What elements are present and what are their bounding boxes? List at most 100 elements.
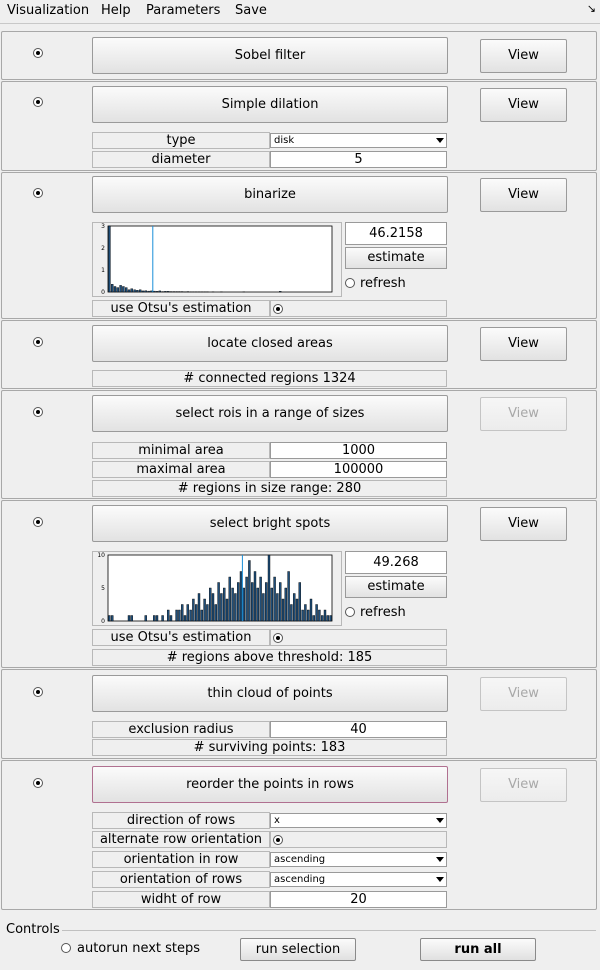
type-label: type xyxy=(92,132,270,149)
alternate-row-radio[interactable] xyxy=(273,835,283,845)
step-select-radio[interactable] xyxy=(33,407,43,417)
histogram-bar xyxy=(323,609,327,622)
estimate-button[interactable]: estimate xyxy=(345,247,447,269)
orientation-of-rows-select[interactable]: ascending xyxy=(270,872,447,887)
minimal-area-label: minimal area xyxy=(92,442,270,459)
histogram-bar xyxy=(225,598,229,622)
run-selection-button[interactable]: run selection xyxy=(240,938,356,961)
refresh-radio[interactable]: refresh xyxy=(345,604,406,622)
view-button[interactable]: View xyxy=(480,178,567,212)
y-tick-label: 0 xyxy=(101,289,105,296)
otsu-radio[interactable] xyxy=(273,304,283,314)
histogram-bar xyxy=(231,587,234,622)
simple-dilation-button[interactable]: Simple dilation xyxy=(92,86,448,123)
maximal-area-label: maximal area xyxy=(92,461,270,478)
histogram-bar xyxy=(113,286,117,293)
step-select-radio[interactable] xyxy=(33,188,43,198)
minimal-area-input[interactable]: 1000 xyxy=(270,442,447,459)
otsu-radio[interactable] xyxy=(273,633,283,643)
direction-select-value: x xyxy=(274,815,280,826)
histogram-bar xyxy=(130,288,133,293)
histogram-bar xyxy=(217,582,220,622)
y-tick-label: 3 xyxy=(101,223,105,230)
histogram-bar xyxy=(284,587,288,622)
step-select-radio[interactable] xyxy=(33,97,43,107)
refresh-radio[interactable]: refresh xyxy=(345,275,406,293)
menu-visualization[interactable]: Visualization xyxy=(7,3,89,18)
otsu-checkbox[interactable] xyxy=(270,629,447,646)
view-button[interactable]: View xyxy=(480,88,567,122)
alternate-row-label: alternate row orientation xyxy=(92,831,270,848)
threshold-input[interactable]: 49.268 xyxy=(345,551,447,574)
histogram-bar xyxy=(200,609,204,622)
histogram-bar xyxy=(248,560,251,622)
histogram-bar xyxy=(267,554,271,622)
plot-area xyxy=(107,554,333,622)
thin-cloud-button[interactable]: thin cloud of points xyxy=(92,675,448,712)
step-select-radio[interactable] xyxy=(33,778,43,788)
estimate-button[interactable]: estimate xyxy=(345,576,447,598)
autorun-radio[interactable]: autorun next steps xyxy=(61,941,200,956)
select-bright-spots-button[interactable]: select bright spots xyxy=(92,505,448,542)
histogram-bar xyxy=(180,604,184,622)
step-select-radio[interactable] xyxy=(33,517,43,527)
locate-closed-areas-button[interactable]: locate closed areas xyxy=(92,325,448,362)
diameter-input[interactable]: 5 xyxy=(270,151,447,168)
reorder-points-button[interactable]: reorder the points in rows xyxy=(92,766,448,803)
histogram-bar xyxy=(147,290,150,293)
histogram-bar xyxy=(211,593,215,622)
view-button[interactable]: View xyxy=(480,39,567,73)
bright-histogram[interactable]: 10 5 0 xyxy=(92,551,342,626)
chevron-down-icon xyxy=(436,138,444,143)
sobel-filter-button[interactable]: Sobel filter xyxy=(92,37,448,74)
type-select[interactable]: disk xyxy=(270,133,447,148)
otsu-checkbox[interactable] xyxy=(270,300,447,317)
select-rois-button[interactable]: select rois in a range of sizes xyxy=(92,395,448,432)
histogram-bar xyxy=(292,593,296,622)
binarize-button[interactable]: binarize xyxy=(92,176,448,213)
alternate-row-checkbox[interactable] xyxy=(270,831,447,848)
direction-of-rows-select[interactable]: x xyxy=(270,813,447,828)
exclusion-radius-input[interactable]: 40 xyxy=(270,721,447,738)
histogram-bar xyxy=(264,582,268,622)
histogram-bar xyxy=(329,615,332,622)
width-of-row-input[interactable]: 20 xyxy=(270,891,447,908)
view-button[interactable]: View xyxy=(480,507,567,541)
menu-help[interactable]: Help xyxy=(101,3,131,18)
histogram-bar xyxy=(141,290,145,293)
view-button[interactable]: View xyxy=(480,327,567,361)
maximal-area-input[interactable]: 100000 xyxy=(270,461,447,478)
histogram-bar xyxy=(153,615,156,622)
view-button[interactable]: View xyxy=(480,677,567,711)
view-button[interactable]: View xyxy=(480,768,567,802)
step-select-radio[interactable] xyxy=(33,337,43,347)
histogram-bar xyxy=(262,593,265,622)
step-select-radio[interactable] xyxy=(33,48,43,58)
radio-icon xyxy=(345,607,355,617)
surviving-points-text: # surviving points: 183 xyxy=(92,739,447,756)
histogram-bar xyxy=(203,598,206,622)
histogram-bar xyxy=(189,609,192,622)
panel-dilation: Simple dilation View type disk diameter … xyxy=(1,81,597,171)
menu-parameters[interactable]: Parameters xyxy=(146,3,220,18)
menu-save[interactable]: Save xyxy=(235,3,267,18)
histogram-bar xyxy=(194,604,198,622)
histogram-bar xyxy=(136,290,139,293)
run-all-button[interactable]: run all xyxy=(420,938,536,961)
histogram-bar xyxy=(144,290,147,293)
chevron-down-icon xyxy=(436,857,444,862)
step-select-radio[interactable] xyxy=(33,687,43,697)
histogram-bar xyxy=(186,604,190,622)
histogram-bar xyxy=(150,290,153,293)
threshold-input[interactable]: 46.2158 xyxy=(345,222,447,245)
width-of-row-label: widht of row xyxy=(92,891,270,908)
histogram-bar xyxy=(108,615,111,622)
histogram-bar xyxy=(133,289,136,293)
histogram-bar xyxy=(276,593,279,622)
orientation-in-row-select[interactable]: ascending xyxy=(270,852,447,867)
view-button[interactable]: View xyxy=(480,397,567,431)
histogram-bar xyxy=(206,604,209,622)
histogram-plot: 3 2 1 0 xyxy=(101,223,333,296)
binarize-histogram[interactable]: 3 2 1 0 xyxy=(92,222,342,297)
menu-overflow-icon[interactable]: ↘ xyxy=(587,2,596,15)
